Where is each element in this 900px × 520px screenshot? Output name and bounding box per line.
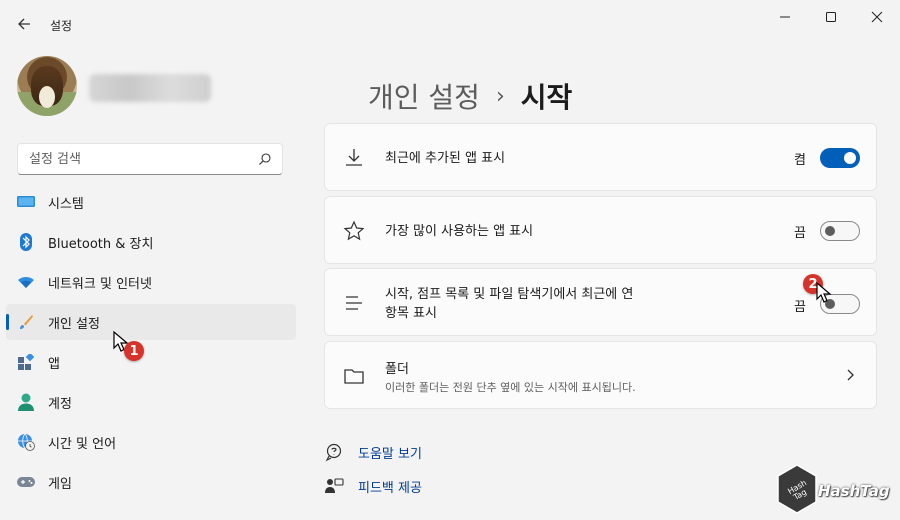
help-icon <box>325 443 342 462</box>
sidebar-item-label: 앱 <box>48 356 60 372</box>
sidebar-item-label: 개인 설정 <box>48 316 100 332</box>
setting-folders[interactable]: 폴더 이러한 폴더는 전원 단추 옆에 있는 시작에 표시됩니다. <box>324 341 877 409</box>
user-profile[interactable] <box>17 56 287 118</box>
setting-recently-added-apps: 최근에 추가된 앱 표시 켬 <box>324 123 877 191</box>
setting-label-line1: 시작, 점프 목록 및 파일 탐색기에서 최근에 연 <box>385 287 634 302</box>
globe-clock-icon <box>16 432 36 452</box>
sidebar-item-label: Bluetooth & 장치 <box>48 236 154 252</box>
apps-icon <box>16 352 36 372</box>
maximize-button[interactable] <box>808 0 854 34</box>
close-button[interactable] <box>854 0 900 34</box>
toggle-state-text: 끔 <box>794 226 806 241</box>
help-link-label[interactable]: 도움말 보기 <box>358 443 422 462</box>
feedback-link-label[interactable]: 피드백 제공 <box>358 477 422 496</box>
breadcrumb-parent[interactable]: 개인 설정 <box>368 76 480 116</box>
sidebar-item-bluetooth[interactable]: Bluetooth & 장치 <box>6 224 296 260</box>
minimize-button[interactable] <box>762 0 808 34</box>
sidebar-item-label: 시간 및 언어 <box>48 436 117 452</box>
monitor-icon <box>16 192 36 212</box>
title-bar: 설정 <box>0 0 900 48</box>
search-icon[interactable] <box>258 152 272 166</box>
list-icon <box>346 296 362 310</box>
feedback-icon <box>325 478 344 493</box>
sidebar-item-label: 계정 <box>48 396 72 412</box>
back-button[interactable] <box>10 12 38 36</box>
setting-recent-items: 시작, 점프 목록 및 파일 탐색기에서 최근에 연 항목 표시 끔 <box>324 268 877 336</box>
sidebar-item-network[interactable]: 네트워크 및 인터넷 <box>6 264 296 300</box>
feedback-link[interactable]: 피드백 제공 <box>324 476 422 496</box>
settings-search[interactable] <box>17 143 283 175</box>
sidebar-item-label: 게임 <box>48 476 72 492</box>
sidebar-item-gaming[interactable]: 게임 <box>6 464 296 500</box>
setting-label-line2: 항목 표시 <box>385 306 437 321</box>
chevron-right-icon <box>847 369 854 381</box>
hashtag-logo-icon: HashTag <box>777 464 817 514</box>
watermark: Hash Tag HashTag <box>770 460 900 520</box>
sidebar-item-accounts[interactable]: 계정 <box>6 384 296 420</box>
avatar <box>17 56 77 116</box>
recently-added-toggle[interactable] <box>820 148 860 168</box>
watermark-text: HashTag <box>818 482 890 500</box>
wifi-icon <box>16 272 36 292</box>
setting-label: 가장 많이 사용하는 앱 표시 <box>385 224 534 239</box>
folder-icon <box>344 369 364 384</box>
bluetooth-icon <box>16 232 36 252</box>
setting-most-used-apps: 가장 많이 사용하는 앱 표시 끔 <box>324 196 877 264</box>
breadcrumb-separator: › <box>495 83 505 109</box>
help-link[interactable]: 도움말 보기 <box>324 442 422 462</box>
sidebar-item-system[interactable]: 시스템 <box>6 184 296 220</box>
annotation-badge-1: 1 <box>124 341 144 361</box>
breadcrumb: 개인 설정 › 시작 <box>368 76 572 116</box>
sidebar-nav: 시스템 Bluetooth & 장치 네트워크 및 인터넷 개인 설정 앱 계정 <box>6 184 296 504</box>
cursor-pointer-icon <box>816 282 832 303</box>
download-icon <box>346 149 362 166</box>
sidebar-item-time-language[interactable]: 시간 및 언어 <box>6 424 296 460</box>
sidebar-item-label: 시스템 <box>48 196 84 212</box>
brush-icon <box>16 312 36 332</box>
page-title: 시작 <box>520 81 573 114</box>
setting-label: 폴더 <box>385 362 409 377</box>
minimize-icon <box>780 16 790 18</box>
person-icon <box>16 392 36 412</box>
blurred-user-name <box>89 74 211 102</box>
app-title: 설정 <box>50 19 73 33</box>
back-arrow-icon <box>18 18 30 30</box>
setting-label: 최근에 추가된 앱 표시 <box>385 151 506 166</box>
search-input[interactable] <box>18 144 238 174</box>
setting-description: 이러한 폴더는 전원 단추 옆에 있는 시작에 표시됩니다. <box>385 381 636 394</box>
sidebar-item-label: 네트워크 및 인터넷 <box>48 276 152 292</box>
most-used-toggle[interactable] <box>820 221 860 241</box>
close-icon <box>871 11 883 23</box>
star-icon <box>343 220 365 241</box>
sidebar-item-personalization[interactable]: 개인 설정 <box>6 304 296 340</box>
sidebar-item-apps[interactable]: 앱 <box>6 344 296 380</box>
toggle-state-text: 끔 <box>794 300 806 315</box>
gamepad-icon <box>16 472 36 492</box>
window-controls <box>762 0 900 34</box>
maximize-icon <box>826 12 836 22</box>
toggle-state-text: 켬 <box>794 153 806 168</box>
